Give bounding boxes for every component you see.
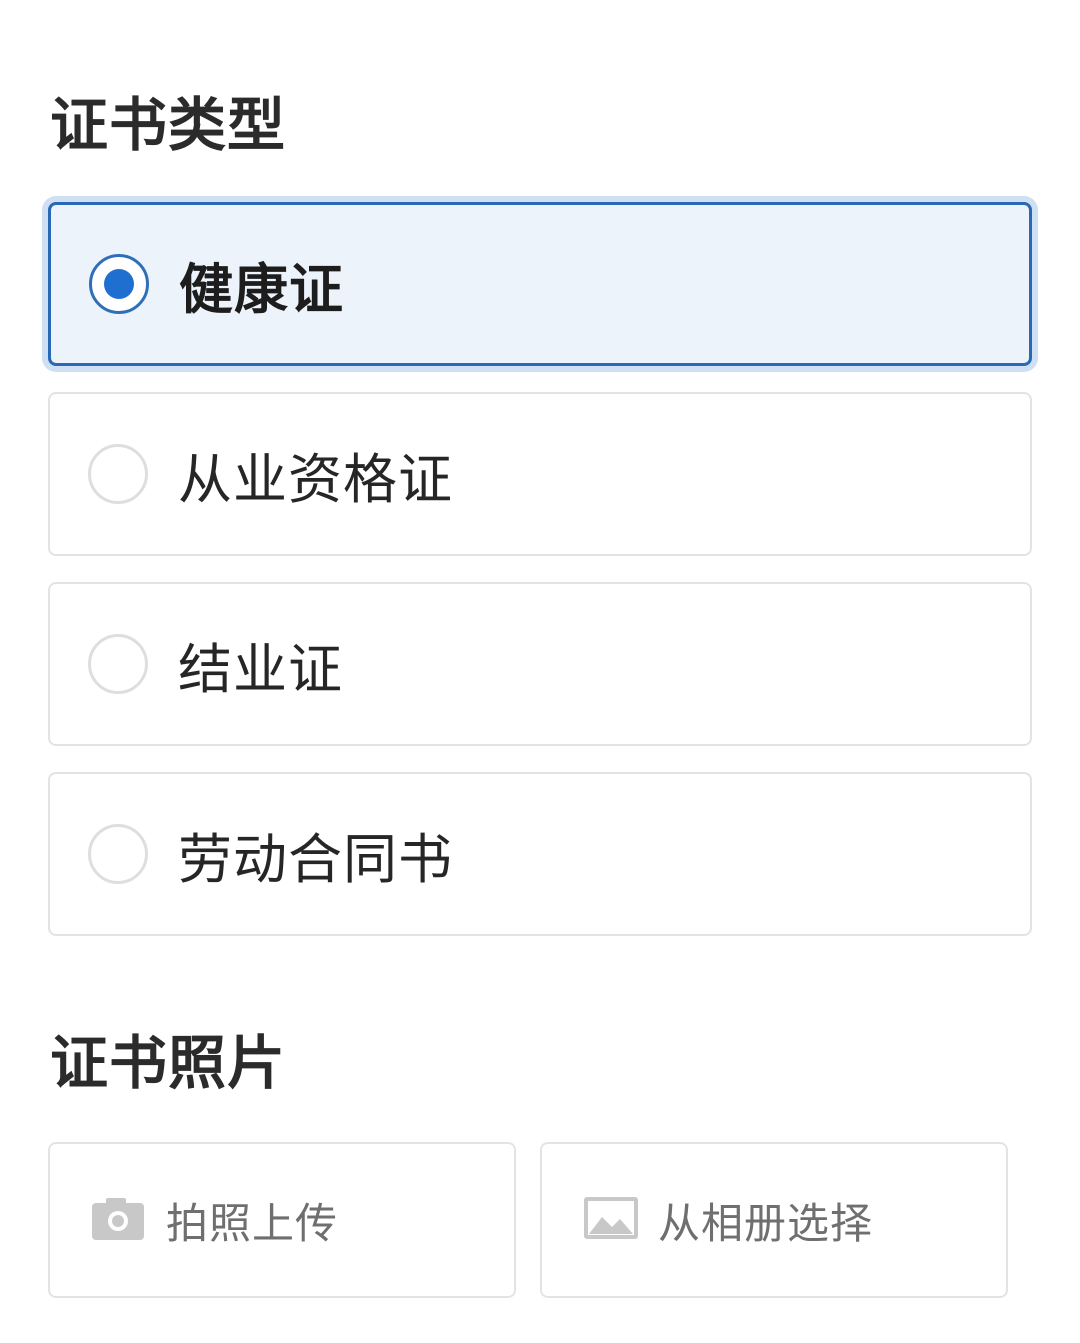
camera-icon: [92, 1196, 144, 1244]
radio-button[interactable]: [88, 824, 148, 884]
option-label: 健康证: [179, 257, 344, 321]
option-health-certificate[interactable]: 健康证: [48, 202, 1032, 366]
option-label: 结业证: [178, 637, 343, 701]
take-photo-button[interactable]: 拍照上传: [48, 1142, 516, 1298]
certificate-type-title: 证书类型: [50, 91, 287, 159]
option-completion-certificate[interactable]: 结业证: [48, 582, 1032, 746]
choose-from-album-label: 从相册选择: [658, 1198, 874, 1248]
radio-button-selected[interactable]: [89, 254, 149, 314]
certificate-photo-title: 证书照片: [50, 1029, 287, 1097]
radio-button[interactable]: [88, 634, 148, 694]
option-label: 劳动合同书: [178, 827, 453, 891]
option-qualification-certificate[interactable]: 从业资格证: [48, 392, 1032, 556]
choose-from-album-button[interactable]: 从相册选择: [540, 1142, 1008, 1298]
take-photo-label: 拍照上传: [166, 1198, 339, 1248]
radio-button[interactable]: [88, 444, 148, 504]
radio-dot: [104, 269, 134, 299]
option-label: 从业资格证: [178, 447, 453, 511]
option-labor-contract[interactable]: 劳动合同书: [48, 772, 1032, 936]
image-icon: [584, 1197, 638, 1243]
